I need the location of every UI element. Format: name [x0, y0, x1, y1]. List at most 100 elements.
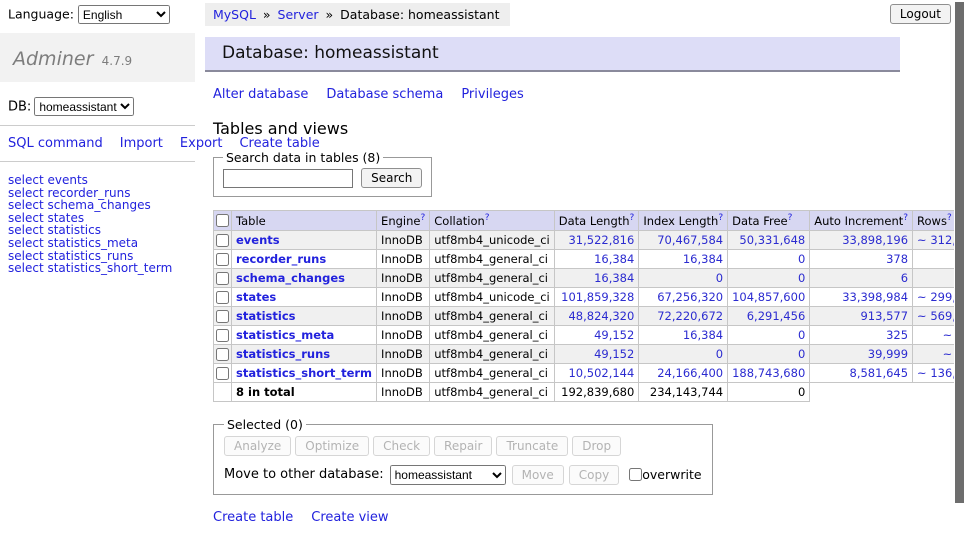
data-length-cell[interactable]: 16,384 — [554, 249, 639, 268]
index-length-cell[interactable]: 24,166,400 — [639, 363, 728, 382]
selected-operation-button[interactable]: Drop — [572, 436, 621, 456]
column-help-link[interactable]: ? — [903, 213, 908, 223]
data-length-cell[interactable]: 48,824,320 — [554, 306, 639, 325]
data-free-cell[interactable]: 0 — [728, 268, 810, 287]
database-action-link[interactable]: Privileges — [461, 87, 524, 102]
auto-increment-cell[interactable]: 378 — [810, 249, 913, 268]
table-name-link[interactable]: schema_changes — [236, 271, 345, 285]
selected-operation-button[interactable]: Analyze — [224, 436, 291, 456]
table-create-links: Create table Create view — [213, 510, 954, 525]
index-length-cell[interactable]: 0 — [639, 268, 728, 287]
row-checkbox[interactable] — [216, 310, 229, 323]
selected-operation-button[interactable]: Truncate — [496, 436, 568, 456]
database-action-link[interactable]: Alter database — [213, 87, 308, 102]
vertical-scrollbar[interactable] — [954, 0, 966, 543]
data-free-cell[interactable]: 104,857,600 — [728, 287, 810, 306]
auto-increment-cell[interactable]: 913,577 — [810, 306, 913, 325]
table-name-link[interactable]: statistics_runs — [236, 347, 330, 361]
language-select[interactable]: English — [78, 5, 170, 24]
table-name-link[interactable]: recorder_runs — [236, 252, 326, 266]
data-free-cell[interactable]: 0 — [728, 249, 810, 268]
auto-increment-cell[interactable]: 6 — [810, 268, 913, 287]
column-header: Data Length? — [554, 211, 639, 231]
sidebar-table-link[interactable]: select schema_changes — [8, 199, 195, 212]
db-select[interactable]: homeassistant — [34, 97, 134, 116]
logout-button[interactable]: Logout — [890, 4, 951, 24]
sidebar-action-link[interactable]: SQL command — [8, 136, 103, 151]
table-name-link[interactable]: states — [236, 290, 276, 304]
table-name-link[interactable]: statistics_meta — [236, 328, 334, 342]
row-checkbox[interactable] — [216, 367, 229, 380]
table-name-link[interactable]: statistics_short_term — [236, 366, 372, 380]
copy-button[interactable]: Copy — [569, 465, 619, 485]
selected-operations: AnalyzeOptimizeCheckRepairTruncateDrop — [224, 436, 702, 456]
index-length-cell[interactable]: 16,384 — [639, 325, 728, 344]
create-link[interactable]: Create table — [213, 510, 293, 525]
table-name-link[interactable]: statistics — [236, 309, 296, 323]
data-free-cell[interactable]: 50,331,648 — [728, 230, 810, 249]
search-input[interactable] — [223, 169, 353, 188]
data-length-cell[interactable]: 10,502,144 — [554, 363, 639, 382]
auto-increment-cell[interactable]: 8,581,645 — [810, 363, 913, 382]
row-checkbox[interactable] — [216, 253, 229, 266]
index-length-cell[interactable]: 70,467,584 — [639, 230, 728, 249]
row-checkbox-cell — [214, 230, 232, 249]
database-action-link[interactable]: Database schema — [326, 87, 443, 102]
row-checkbox[interactable] — [216, 272, 229, 285]
tables-overview-table: TableEngine?Collation?Data Length?Index … — [213, 210, 966, 402]
index-length-cell[interactable]: 0 — [639, 344, 728, 363]
column-help-link[interactable]: ? — [788, 213, 793, 223]
selected-operation-button[interactable]: Check — [373, 436, 430, 456]
scrollbar-thumb[interactable] — [955, 2, 964, 503]
data-length-cell[interactable]: 16,384 — [554, 268, 639, 287]
auto-increment-cell[interactable]: 33,398,984 — [810, 287, 913, 306]
sidebar-action-link[interactable]: Import — [120, 136, 163, 151]
create-link[interactable]: Create view — [311, 510, 388, 525]
index-length-cell[interactable]: 67,256,320 — [639, 287, 728, 306]
column-help-link[interactable]: ? — [420, 213, 425, 223]
data-length-cell[interactable]: 49,152 — [554, 325, 639, 344]
search-button[interactable]: Search — [361, 168, 422, 188]
page-title: Database: homeassistant — [205, 37, 900, 72]
total-data-free-cell: 0 — [728, 382, 810, 401]
sidebar-table-link[interactable]: select statistics_meta — [8, 237, 195, 250]
column-help-link[interactable]: ? — [718, 213, 723, 223]
move-database-select[interactable]: homeassistant — [390, 465, 506, 485]
index-length-cell[interactable]: 72,220,672 — [639, 306, 728, 325]
data-length-cell[interactable]: 49,152 — [554, 344, 639, 363]
column-help-link[interactable]: ? — [485, 213, 490, 223]
table-name-link[interactable]: events — [236, 233, 280, 247]
auto-increment-cell[interactable]: 325 — [810, 325, 913, 344]
index-length-cell[interactable]: 16,384 — [639, 249, 728, 268]
row-checkbox[interactable] — [216, 329, 229, 342]
data-length-cell[interactable]: 101,859,328 — [554, 287, 639, 306]
breadcrumb-server-link[interactable]: Server — [278, 7, 319, 22]
data-free-cell[interactable]: 0 — [728, 344, 810, 363]
table-name-cell: recorder_runs — [232, 249, 377, 268]
table-body: events InnoDB utf8mb4_unicode_ci 31,522,… — [214, 230, 966, 382]
select-all-checkbox[interactable] — [216, 214, 229, 227]
row-checkbox[interactable] — [216, 234, 229, 247]
data-free-cell[interactable]: 6,291,456 — [728, 306, 810, 325]
collation-cell: utf8mb4_unicode_ci — [430, 230, 555, 249]
database-actions: Alter database Database schema Privileges — [213, 87, 954, 102]
auto-increment-cell[interactable]: 39,999 — [810, 344, 913, 363]
breadcrumb-current: Database: homeassistant — [340, 7, 499, 22]
row-checkbox[interactable] — [216, 348, 229, 361]
selected-operation-button[interactable]: Optimize — [295, 436, 369, 456]
data-free-cell[interactable]: 0 — [728, 325, 810, 344]
overwrite-checkbox[interactable] — [629, 468, 642, 481]
row-checkbox-cell — [214, 325, 232, 344]
breadcrumb-mysql-link[interactable]: MySQL — [213, 7, 256, 22]
auto-increment-cell[interactable]: 33,898,196 — [810, 230, 913, 249]
data-length-cell[interactable]: 31,522,816 — [554, 230, 639, 249]
data-free-cell[interactable]: 188,743,680 — [728, 363, 810, 382]
table-name-cell: schema_changes — [232, 268, 377, 287]
sidebar-table-link[interactable]: select events — [8, 174, 195, 187]
column-help-link[interactable]: ? — [630, 213, 635, 223]
row-checkbox[interactable] — [216, 291, 229, 304]
column-help-link[interactable]: ? — [947, 213, 952, 223]
selected-operation-button[interactable]: Repair — [434, 436, 492, 456]
move-button[interactable]: Move — [512, 465, 564, 485]
sidebar-table-link[interactable]: select statistics_short_term — [8, 262, 195, 275]
